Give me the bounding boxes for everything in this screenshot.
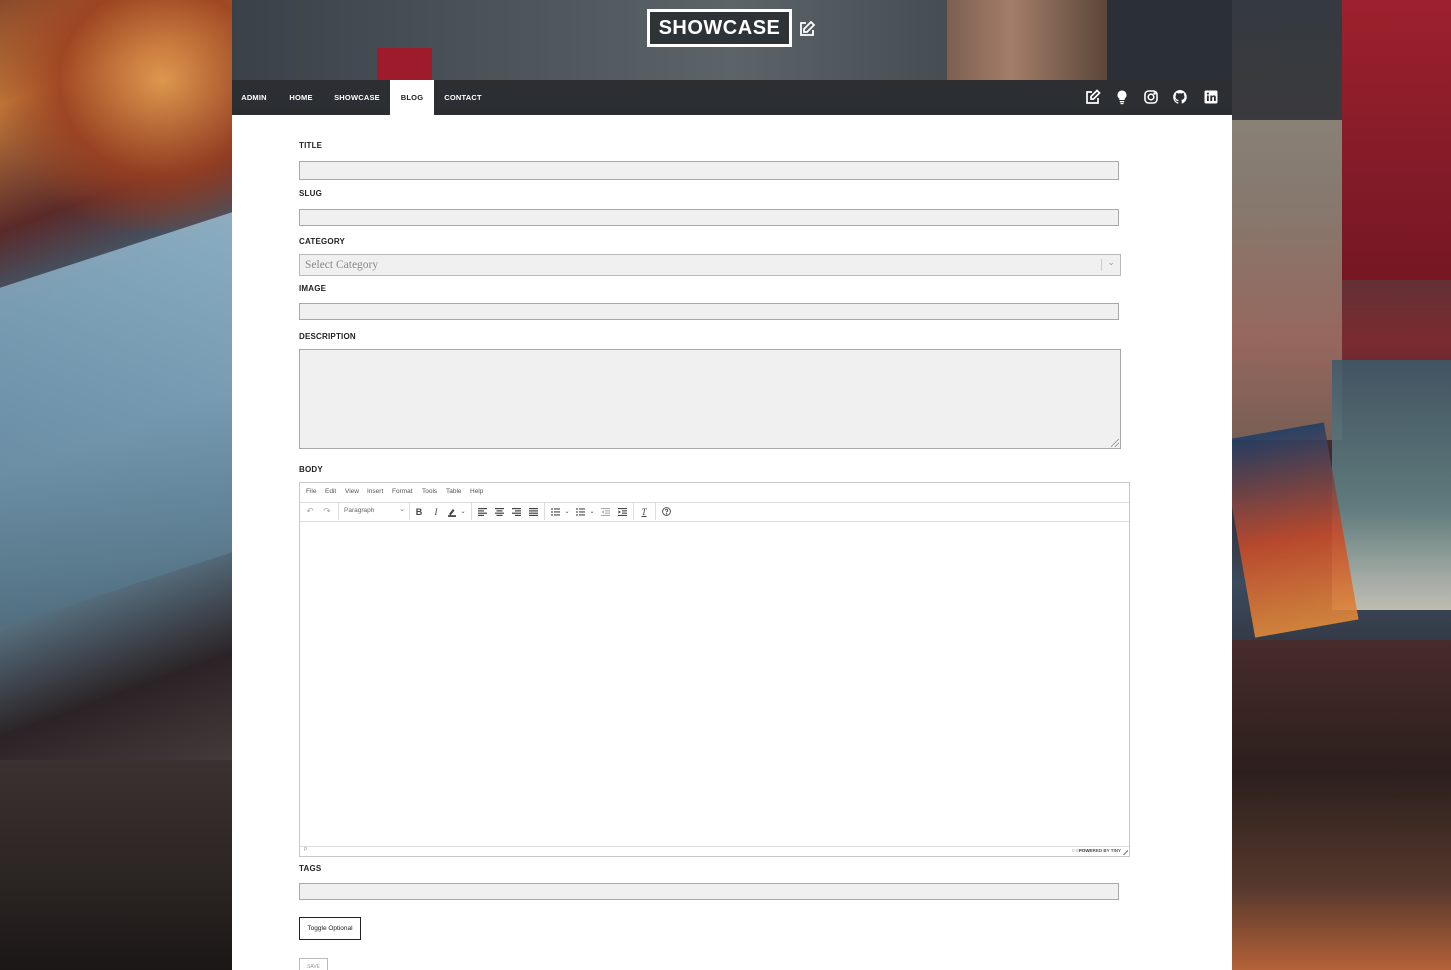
menu-insert[interactable]: Insert (367, 488, 383, 495)
menu-help[interactable]: Help (470, 488, 483, 495)
toolbar-divider (544, 503, 545, 520)
edit-icon[interactable] (798, 20, 816, 38)
toolbar-divider (409, 503, 410, 520)
tags-input[interactable] (299, 883, 1119, 900)
align-justify-icon[interactable] (527, 505, 539, 518)
background-sign (0, 0, 232, 230)
undo-icon[interactable]: ↶ (304, 505, 316, 518)
title-label: TITLE (299, 141, 323, 150)
body-label: BODY (299, 465, 323, 474)
element-path[interactable]: P (304, 847, 307, 853)
slug-label: SLUG (299, 189, 323, 198)
description-label: DESCRIPTION (299, 332, 356, 341)
toolbar-divider (655, 503, 656, 520)
chevron-down-icon[interactable]: ⌄ (1107, 257, 1115, 268)
save-button-label: SAVE (307, 964, 320, 970)
align-center-icon[interactable] (493, 505, 505, 518)
blog-post-form-panel: TITLE SLUG CATEGORY Select Category ⌄ IM… (232, 115, 1232, 970)
nav-item-showcase[interactable]: SHOWCASE (331, 80, 383, 115)
background-sign (377, 48, 432, 80)
background-crowd (0, 760, 232, 970)
body-rich-text-editor: File Edit View Insert Format Tools Table… (299, 482, 1130, 857)
bullet-list-icon[interactable] (549, 505, 561, 518)
select-divider (1101, 259, 1102, 271)
category-label: CATEGORY (299, 237, 346, 246)
block-format-select[interactable]: Paragraph ⌄ (340, 505, 408, 518)
main-navbar: ADMIN HOME SHOWCASE BLOG CONTACT (232, 80, 1232, 115)
toggle-optional-button[interactable]: Toggle Optional (299, 917, 361, 940)
nav-item-label: ADMIN (241, 93, 267, 102)
background-sign (1342, 0, 1451, 280)
background-street (1232, 640, 1451, 970)
site-brand[interactable]: SHOWCASE (647, 9, 792, 47)
nav-item-home[interactable]: HOME (284, 80, 318, 115)
save-button[interactable]: SAVE (299, 958, 328, 970)
nav-item-label: BLOG (400, 93, 424, 102)
toolbar-divider (338, 503, 339, 520)
menu-view[interactable]: View (345, 488, 359, 495)
title-input[interactable] (299, 161, 1119, 180)
toolbar-divider (471, 503, 472, 520)
edit-icon[interactable] (1085, 89, 1101, 105)
chevron-down-icon[interactable]: ⌄ (588, 505, 596, 518)
redo-icon[interactable]: ↷ (321, 505, 333, 518)
background-building (1232, 120, 1342, 440)
resize-handle[interactable] (1123, 850, 1128, 855)
resize-handle[interactable] (1111, 439, 1119, 447)
bold-icon[interactable]: B (413, 505, 425, 518)
chevron-down-icon: ⌄ (399, 506, 405, 513)
numbered-list-icon[interactable] (574, 505, 586, 518)
description-textarea[interactable] (299, 349, 1121, 449)
slug-input[interactable] (299, 209, 1119, 226)
outdent-icon[interactable] (599, 505, 611, 518)
align-right-icon[interactable] (510, 505, 522, 518)
background-tower (947, 0, 1107, 80)
image-label: IMAGE (299, 284, 327, 293)
image-input[interactable] (299, 303, 1119, 320)
toolbar-divider (633, 503, 634, 520)
powered-by-link[interactable]: POWERED BY TINY (1079, 848, 1121, 853)
nav-item-label: HOME (289, 93, 313, 102)
github-icon[interactable] (1172, 89, 1188, 105)
text-color-icon[interactable] (446, 505, 458, 518)
menu-tools[interactable]: Tools (422, 488, 437, 495)
indent-icon[interactable] (616, 505, 628, 518)
nav-item-admin[interactable]: ADMIN (238, 80, 270, 115)
linkedin-icon[interactable] (1203, 89, 1219, 105)
menu-file[interactable]: File (306, 488, 316, 495)
category-placeholder: Select Category (305, 259, 379, 271)
help-icon[interactable] (660, 505, 672, 518)
editor-statusbar: P 0 WORDS POWERED BY TINY (300, 846, 1129, 856)
nav-item-blog[interactable]: BLOG (390, 80, 434, 115)
site-brand-title: SHOWCASE (658, 16, 781, 39)
italic-icon[interactable]: I (430, 505, 442, 518)
tags-label: TAGS (299, 864, 322, 873)
chevron-down-icon[interactable]: ⌄ (563, 505, 571, 518)
menu-edit[interactable]: Edit (325, 488, 336, 495)
nav-item-label: SHOWCASE (334, 93, 380, 102)
nav-item-label: CONTACT (444, 93, 482, 102)
editor-toolbar: ↶ ↷ Paragraph ⌄ B I ⌄ ⌄ ⌄ T (300, 502, 1129, 522)
menu-format[interactable]: Format (392, 488, 413, 495)
block-format-value: Paragraph (344, 507, 375, 514)
instagram-icon[interactable] (1143, 89, 1159, 105)
background-left-billboards (0, 0, 232, 970)
background-screen (0, 212, 232, 628)
nav-item-contact[interactable]: CONTACT (440, 80, 486, 115)
category-select[interactable]: Select Category ⌄ (299, 254, 1121, 276)
background-right-billboards (1220, 0, 1451, 970)
lightbulb-icon[interactable] (1114, 89, 1130, 105)
editor-content-area[interactable] (300, 522, 1129, 847)
align-left-icon[interactable] (476, 505, 488, 518)
toggle-optional-label: Toggle Optional (307, 925, 353, 932)
editor-menubar: File Edit View Insert Format Tools Table… (300, 483, 1129, 503)
clear-formatting-icon[interactable]: T (638, 505, 650, 518)
menu-table[interactable]: Table (446, 488, 462, 495)
background-tower (1107, 0, 1232, 80)
chevron-down-icon[interactable]: ⌄ (459, 505, 467, 518)
